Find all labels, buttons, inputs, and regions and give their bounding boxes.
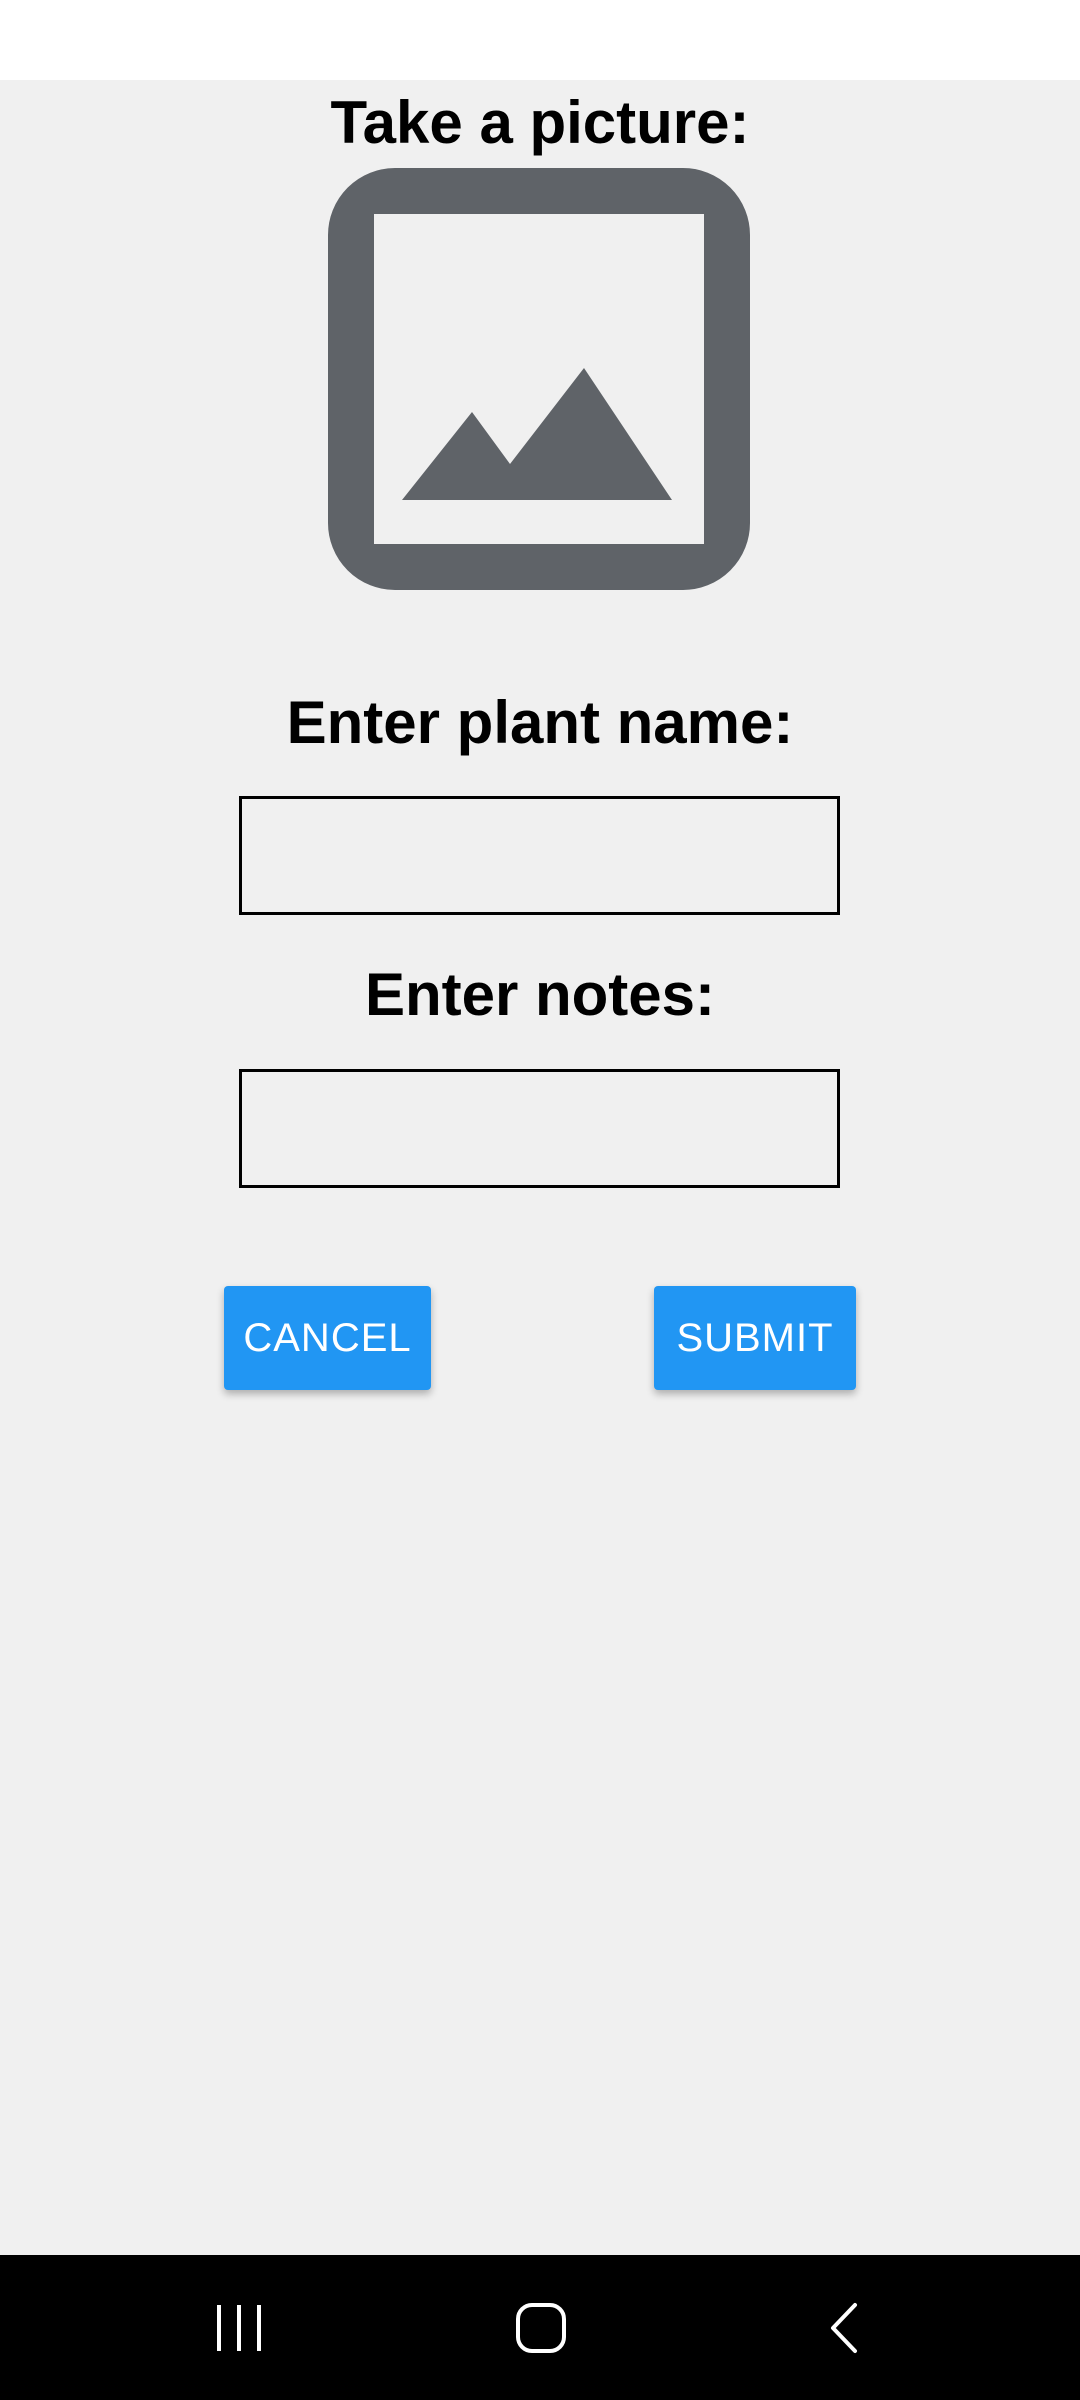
notes-input[interactable]	[239, 1069, 840, 1188]
plant-name-input[interactable]	[239, 796, 840, 915]
status-bar	[0, 0, 1080, 80]
home-button[interactable]	[471, 2255, 611, 2400]
cancel-button[interactable]: CANCEL	[224, 1286, 431, 1390]
add-plant-screen: Take a picture: Enter plant name: Enter …	[0, 80, 1080, 2255]
image-placeholder-icon	[328, 168, 750, 590]
back-button[interactable]	[774, 2255, 914, 2400]
take-picture-button[interactable]	[328, 168, 750, 590]
back-icon	[831, 2302, 857, 2353]
plant-name-label: Enter plant name:	[286, 689, 794, 756]
take-picture-label: Take a picture:	[330, 89, 750, 156]
notes-label: Enter notes:	[364, 961, 716, 1028]
recent-apps-icon	[217, 2304, 261, 2351]
system-navigation-bar	[0, 2255, 1080, 2400]
recent-apps-button[interactable]	[169, 2255, 309, 2400]
submit-button[interactable]: SUBMIT	[654, 1286, 856, 1390]
home-icon	[516, 2302, 566, 2353]
